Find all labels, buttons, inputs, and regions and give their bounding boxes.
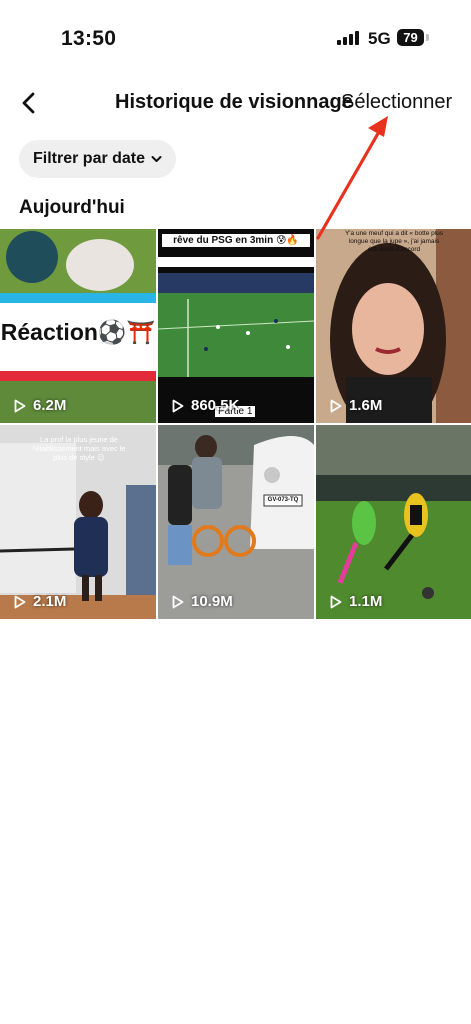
page-title: Historique de visionnage (115, 91, 353, 113)
view-count: 1.6M (330, 397, 382, 414)
video-tile[interactable]: GV-073-TQ 10.9M (158, 425, 314, 619)
video-tile[interactable]: Y'a une meuf qui a dit « botte plus long… (316, 229, 471, 423)
view-count: 1.1M (330, 593, 382, 610)
view-count-value: 1.6M (349, 397, 383, 414)
video-thumbnail (158, 425, 314, 619)
video-tile[interactable]: 1.1M (316, 425, 471, 619)
video-overlay-text: Y'a une meuf qui a dit « botte plus long… (344, 230, 444, 253)
license-plate: GV-073-TQ (267, 497, 299, 503)
view-count: 6.2M (14, 397, 66, 414)
video-thumbnail (316, 229, 471, 423)
status-bar: 13:50 5G 79 (0, 0, 471, 70)
video-tile[interactable]: rêve du PSG en 3min 😰🔥 Partie 1 860.5K (158, 229, 314, 423)
network-type: 5G (368, 29, 391, 48)
play-icon (330, 595, 342, 608)
signal-icon (337, 31, 359, 45)
play-icon (14, 399, 26, 412)
play-icon (172, 595, 184, 608)
view-count-value: 1.1M (349, 593, 383, 610)
play-icon (172, 399, 184, 412)
video-thumbnail (158, 229, 314, 423)
view-count-value: 2.1M (33, 593, 67, 610)
view-count: 10.9M (172, 593, 233, 610)
video-thumbnail (316, 425, 471, 619)
status-time: 13:50 (61, 27, 117, 50)
play-icon (330, 399, 342, 412)
video-tile[interactable]: La prof la plus jeune de l'établissement… (0, 425, 156, 619)
section-title-today: Aujourd'hui (19, 197, 125, 218)
select-button[interactable]: Sélectionner (341, 91, 452, 114)
view-count: 860.5K (172, 397, 239, 414)
view-count: 2.1M (14, 593, 66, 610)
video-overlay-text: Réaction⚽⛩️ (0, 319, 156, 345)
view-count-value: 6.2M (33, 397, 67, 414)
chevron-down-icon (151, 156, 162, 162)
battery-cap (426, 34, 429, 41)
battery-icon: 79 (397, 29, 424, 46)
filter-label: Filtrer par date (33, 150, 146, 167)
video-overlay-text: La prof la plus jeune de l'établissement… (32, 435, 126, 462)
back-button[interactable] (16, 88, 44, 118)
chevron-left-icon (22, 92, 35, 114)
filter-by-date-button[interactable]: Filtrer par date (19, 140, 177, 178)
play-icon (14, 595, 26, 608)
view-count-value: 860.5K (191, 397, 240, 414)
video-tile[interactable]: Réaction⚽⛩️ 6.2M (0, 229, 156, 423)
video-overlay-text: rêve du PSG en 3min 😰🔥 (162, 234, 310, 247)
view-count-value: 10.9M (191, 593, 233, 610)
